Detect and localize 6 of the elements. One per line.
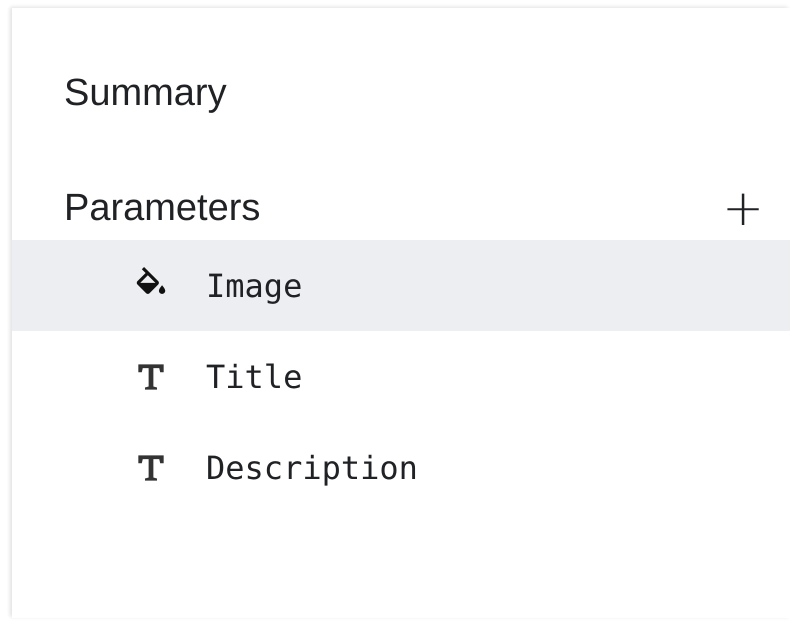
parameter-item[interactable]: Description <box>12 422 790 513</box>
add-button[interactable]: + <box>722 183 764 233</box>
parameter-item[interactable]: Title <box>12 331 790 422</box>
parameter-item[interactable]: Image <box>12 240 790 331</box>
section-title: Parameters <box>64 186 260 230</box>
section-title: Summary <box>63 71 228 116</box>
